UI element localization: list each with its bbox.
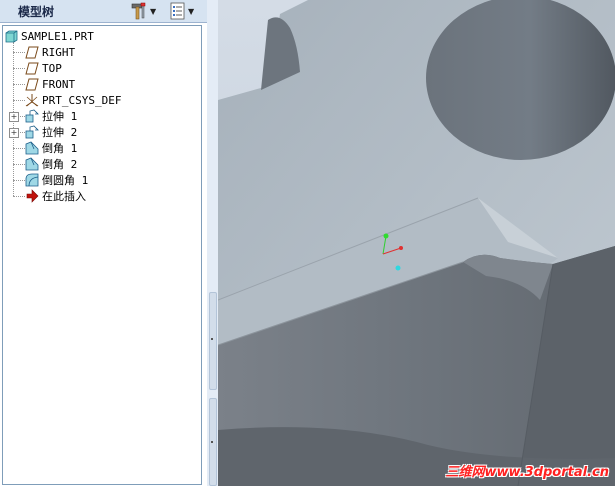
tree-settings-dropdown-button[interactable]: ▼ xyxy=(170,2,194,20)
round-icon xyxy=(25,173,39,187)
chevron-down-icon: ▼ xyxy=(188,6,195,16)
tree-item-label: RIGHT xyxy=(42,45,76,59)
watermark-logo: 三维网www.3dportal.cn xyxy=(445,465,609,480)
tree-item-label: 在此插入 xyxy=(42,190,86,203)
panel-title: 模型树 xyxy=(18,5,55,19)
tree-item-chamfer-1[interactable]: 倒角 1 xyxy=(25,140,77,156)
model-tree-header: 模型树 ▼ ▼ xyxy=(0,0,207,23)
chamfer-icon xyxy=(25,157,39,171)
expand-toggle-icon[interactable]: + xyxy=(9,128,19,138)
tree-item-top[interactable]: TOP xyxy=(25,60,62,76)
tree-settings-icon xyxy=(170,2,185,20)
datum-plane-icon xyxy=(25,62,39,74)
splitter-grip[interactable] xyxy=(209,292,217,390)
chevron-down-icon: ▼ xyxy=(150,6,157,16)
tree-item-label: SAMPLE1.PRT xyxy=(21,29,94,43)
tree-item-label: FRONT xyxy=(42,77,76,91)
tree-connector-line xyxy=(13,180,25,181)
model-tree: SAMPLE1.PRT RIGHT TOP FRONT PRT_CSYS_DEF… xyxy=(2,25,202,485)
datum-plane-icon xyxy=(25,46,39,58)
datum-plane-icon xyxy=(25,78,39,90)
3d-model-view xyxy=(218,0,615,486)
tree-item-round-1[interactable]: 倒圆角 1 xyxy=(25,172,88,188)
part-icon xyxy=(5,30,18,42)
tree-item-label: PRT_CSYS_DEF xyxy=(42,93,122,107)
tree-item-label: 倒角 2 xyxy=(42,158,78,171)
tree-item-label: 倒圆角 1 xyxy=(42,174,89,187)
tree-item-insert-here[interactable]: 在此插入 xyxy=(25,188,86,204)
hole-face xyxy=(426,0,615,160)
tree-item-front[interactable]: FRONT xyxy=(25,76,75,92)
tree-item-chamfer-2[interactable]: 倒角 2 xyxy=(25,156,77,172)
tree-connector-line xyxy=(13,100,25,101)
tree-connector-line xyxy=(13,196,25,197)
tree-connector-line xyxy=(13,148,25,149)
tree-item-label: 拉伸 2 xyxy=(42,126,78,139)
insert-here-arrow-icon xyxy=(26,189,39,203)
panel-splitter[interactable] xyxy=(207,0,218,486)
tree-item-extrude-1[interactable]: 拉伸 1 xyxy=(25,108,77,124)
model-tree-panel: 模型树 ▼ ▼ SAMPLE1.PRT RIGHT TOP FRONT PRT_… xyxy=(0,0,207,486)
coordinate-system-icon xyxy=(25,94,39,107)
tree-item-label: TOP xyxy=(42,61,62,75)
extrude-icon xyxy=(25,109,39,123)
tree-root-item[interactable]: SAMPLE1.PRT xyxy=(5,28,94,44)
hammer-tools-icon xyxy=(131,2,146,20)
tree-connector-line xyxy=(13,52,25,53)
chamfer-icon xyxy=(25,141,39,155)
3d-graphics-window[interactable]: 三维网www.3dportal.cn xyxy=(218,0,615,486)
tree-connector-line xyxy=(13,68,25,69)
tree-connector-line xyxy=(13,164,25,165)
tree-item-label: 倒角 1 xyxy=(42,142,78,155)
tools-dropdown-button[interactable]: ▼ xyxy=(130,2,156,20)
tree-item-right[interactable]: RIGHT xyxy=(25,44,75,60)
tree-item-extrude-2[interactable]: 拉伸 2 xyxy=(25,124,77,140)
tree-item-prt-csys-def[interactable]: PRT_CSYS_DEF xyxy=(25,92,121,108)
expand-toggle-icon[interactable]: + xyxy=(9,112,19,122)
tree-item-label: 拉伸 1 xyxy=(42,110,78,123)
grip-dot xyxy=(211,441,213,443)
extrude-icon xyxy=(25,125,39,139)
grip-dot xyxy=(211,338,213,340)
tree-connector-line xyxy=(13,84,25,85)
